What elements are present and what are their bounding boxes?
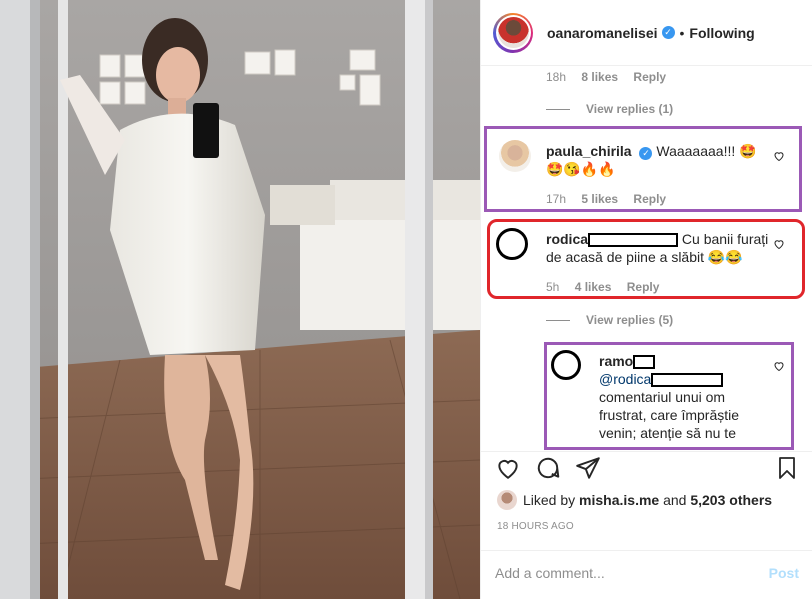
like-heart-icon[interactable] [495, 455, 521, 481]
comment-bubble-icon[interactable] [535, 455, 561, 481]
heart-icon[interactable] [773, 238, 785, 250]
comment-time: 18h [546, 70, 567, 84]
mention-link[interactable]: @rodica [599, 371, 651, 387]
reply-button[interactable]: Reply [633, 70, 666, 84]
comment-body: Cu banii furați [681, 231, 769, 247]
comment-meta-row: 18h 8 likes Reply [546, 70, 666, 84]
likes-count-button[interactable]: 5,203 others [690, 492, 772, 508]
following-button[interactable]: Following [689, 25, 754, 41]
comment-meta-row: 5h 4 likes Reply [546, 280, 659, 294]
comment-username[interactable]: paula_chirila [546, 143, 632, 159]
comment-meta-row: 17h 5 likes Reply [546, 192, 666, 206]
comment-text: paula_chirila ✓ Waaaaaaa!!! 🤩 🤩😘🔥🔥 [546, 142, 761, 178]
reply-body-1: comentariul unui om [599, 389, 726, 405]
heart-icon[interactable] [773, 360, 785, 372]
comment-text: rodica Cu banii furați de acasă de piine… [546, 230, 771, 266]
liked-by-line: Liked by misha.is.me and 5,203 others [497, 490, 772, 510]
redaction-box [633, 355, 656, 370]
view-replies-button[interactable]: View replies (1) [546, 102, 673, 116]
author-avatar[interactable] [493, 12, 533, 53]
share-paper-plane-icon[interactable] [575, 455, 601, 481]
reply-button[interactable]: Reply [627, 280, 660, 294]
divider [481, 451, 812, 452]
redaction-box [588, 233, 679, 248]
comment-body-2: 🤩😘🔥🔥 [546, 161, 616, 177]
post-button[interactable]: Post [769, 565, 799, 581]
comment-username[interactable]: rodica [546, 231, 588, 247]
author-username[interactable]: oanaromanelisei [547, 25, 658, 41]
heart-icon[interactable] [773, 150, 785, 162]
liked-middle: and [663, 492, 687, 508]
view-replies-label: View replies (1) [586, 102, 674, 116]
view-replies-label: View replies (5) [586, 313, 674, 327]
action-bar [481, 455, 812, 485]
verified-icon: ✓ [661, 26, 675, 39]
comment-time: 5h [546, 280, 560, 294]
liker-username[interactable]: misha.is.me [579, 492, 659, 508]
liker-avatar[interactable] [497, 490, 517, 510]
comment-body-2: de acasă de piine a slăbit 😂😂 [546, 249, 743, 265]
post-photo [0, 0, 480, 599]
reply-body-3: venin; atenție să nu te [599, 425, 736, 441]
save-bookmark-icon[interactable] [775, 455, 799, 481]
redaction-box [651, 373, 724, 388]
reply-text: ramo @rodica comentariul unui om frustra… [599, 352, 764, 442]
verified-icon: ✓ [639, 146, 653, 160]
add-comment-bar: Add a comment... Post [481, 550, 812, 599]
reply-body-2: frustrat, care împrăștie [599, 407, 740, 423]
comment-likes[interactable]: 8 likes [581, 70, 618, 84]
liked-prefix: Liked by [523, 492, 576, 508]
view-replies-button[interactable]: View replies (5) [546, 313, 673, 327]
post-header: oanaromanelisei ✓ • Following [481, 0, 812, 66]
comment-input[interactable]: Add a comment... [495, 565, 605, 581]
comment-time: 17h [546, 192, 567, 206]
comment-username[interactable]: ramo [599, 353, 633, 369]
reply-button[interactable]: Reply [633, 192, 666, 206]
commenter-avatar-redacted[interactable] [496, 228, 528, 260]
comment-likes[interactable]: 4 likes [575, 280, 612, 294]
comment-likes[interactable]: 5 likes [581, 192, 618, 206]
post-sidebar: oanaromanelisei ✓ • Following 18h 8 like… [480, 0, 812, 599]
comment-body: Waaaaaaa!!! 🤩 [656, 143, 757, 159]
commenter-avatar[interactable] [499, 140, 531, 172]
commenter-avatar-redacted[interactable] [551, 350, 581, 380]
post-timestamp[interactable]: 18 HOURS AGO [497, 521, 574, 532]
header-separator: • [679, 24, 685, 41]
